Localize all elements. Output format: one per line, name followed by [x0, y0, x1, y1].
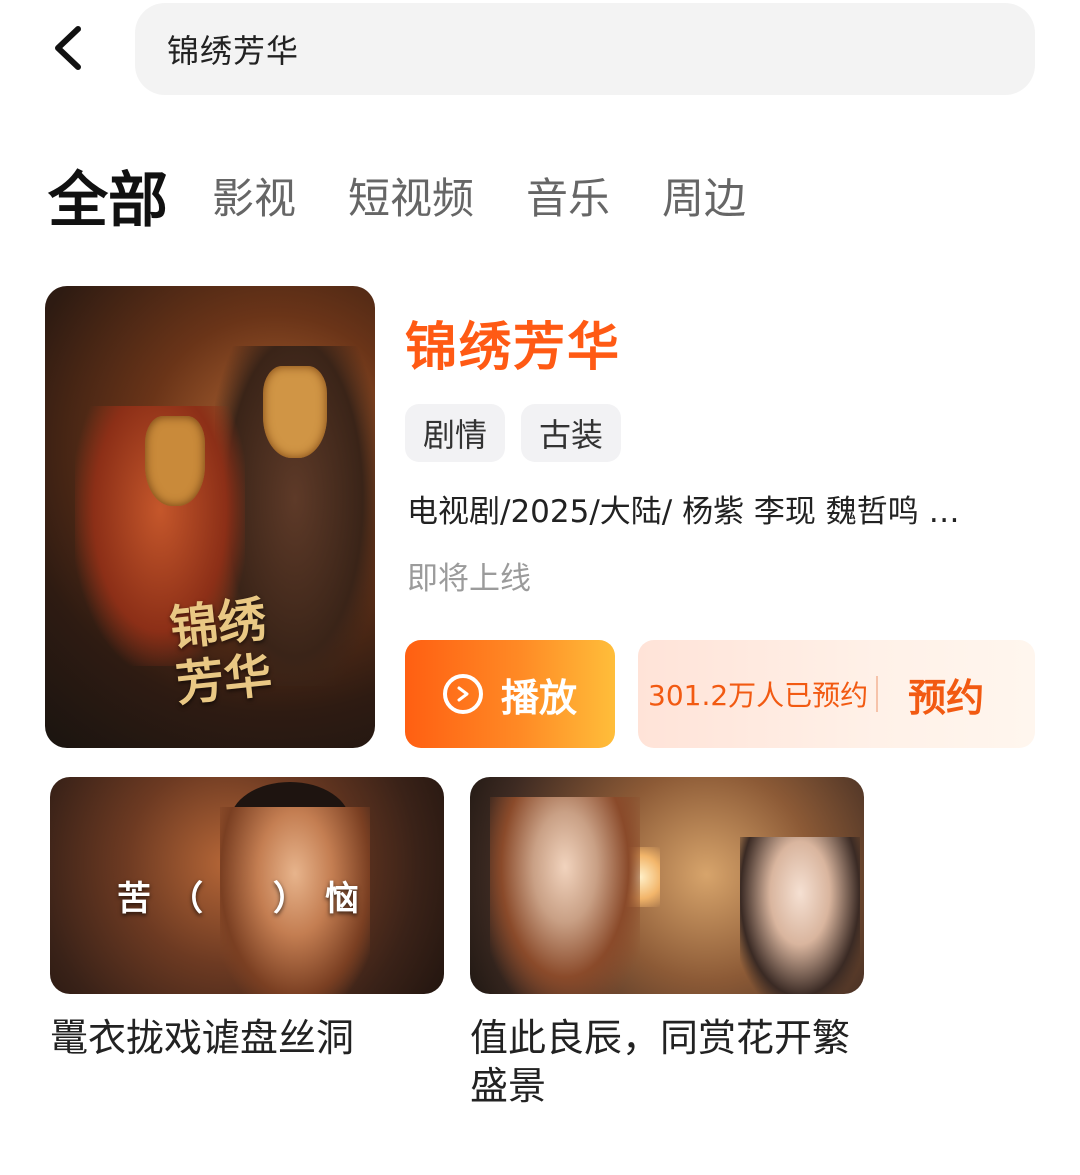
poster-mask: [263, 366, 327, 458]
genre-tag[interactable]: 古装: [521, 404, 622, 462]
search-results-page: 锦绣芳华 全部 影视 短视频 音乐 周边 锦绣芳华 锦绣芳华 剧情 古装 电视剧…: [0, 0, 1080, 1175]
thumb-figure: [740, 837, 860, 994]
tab-all[interactable]: 全部: [48, 152, 168, 239]
reserve-button[interactable]: 301.2万人已预约 预约: [638, 640, 1035, 748]
reserve-label: 预约: [908, 675, 985, 720]
search-input[interactable]: 锦绣芳华: [135, 3, 1035, 95]
video-thumbnail: 苦（ ）恼: [50, 777, 444, 994]
play-icon: [442, 674, 483, 714]
thumb-figure: [490, 797, 640, 994]
video-card[interactable]: 苦（ ）恼 鼍衣拢戏谑盘丝洞: [50, 777, 444, 1062]
drama-poster[interactable]: 锦绣芳华: [45, 286, 375, 748]
chevron-left-icon: [55, 26, 81, 70]
drama-meta: 电视剧/2025/大陆/ 杨紫 李现 魏哲鸣 …: [407, 494, 960, 530]
category-tabs: 全部 影视 短视频 音乐 周边: [48, 155, 798, 236]
reserve-count: 301.2万人已预约: [648, 679, 869, 712]
play-label: 播放: [500, 675, 577, 720]
release-status: 即将上线: [407, 561, 531, 597]
play-button[interactable]: 播放: [405, 640, 615, 748]
back-button[interactable]: [38, 18, 98, 78]
video-card[interactable]: 值此良辰，同赏花开繁盛景: [470, 777, 864, 1110]
thumbnail-caption: 苦（ ）恼: [117, 879, 377, 919]
search-query-text: 锦绣芳华: [167, 32, 300, 70]
video-thumbnail: [470, 777, 864, 994]
genre-tags: 剧情 古装: [405, 404, 637, 462]
tab-merch[interactable]: 周边: [662, 165, 746, 226]
video-title: 值此良辰，同赏花开繁盛景: [470, 1016, 851, 1108]
tab-music[interactable]: 音乐: [526, 165, 610, 226]
drama-title[interactable]: 锦绣芳华: [405, 305, 621, 380]
tab-short-video[interactable]: 短视频: [348, 165, 474, 226]
poster-mask: [145, 416, 205, 506]
video-title: 鼍衣拢戏谑盘丝洞: [50, 1016, 355, 1060]
divider: [876, 676, 879, 712]
genre-tag[interactable]: 剧情: [405, 404, 506, 462]
tab-film-tv[interactable]: 影视: [212, 165, 296, 226]
poster-logo: 锦绣芳华: [167, 591, 275, 713]
